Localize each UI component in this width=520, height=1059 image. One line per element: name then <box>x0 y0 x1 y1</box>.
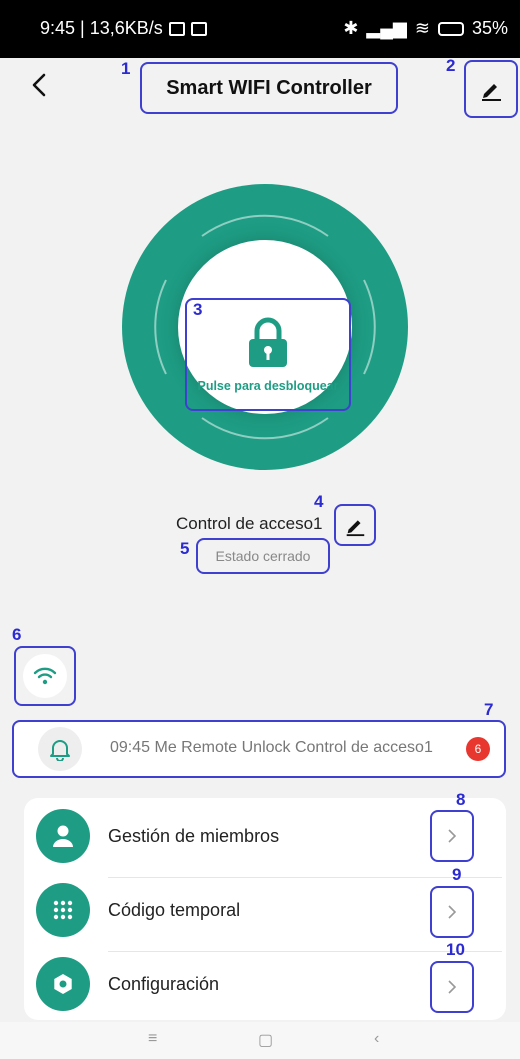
nfc-icon <box>168 21 185 36</box>
wifi-button[interactable] <box>14 646 76 706</box>
edit-name-button[interactable] <box>334 504 376 546</box>
annotation-number: 7 <box>484 700 494 719</box>
keypad-icon <box>36 883 90 937</box>
annotation-number: 6 <box>12 625 22 644</box>
edit-device-button[interactable] <box>464 60 518 118</box>
wifi-icon <box>33 667 57 685</box>
status-time: 9:45 | 13,6KB/s <box>40 18 163 38</box>
wifi-circle <box>23 654 67 698</box>
unlock-label: Pulse para desbloquear <box>197 378 339 393</box>
lock-icon <box>249 317 287 367</box>
pencil-icon <box>346 520 365 537</box>
annotation-number: 4 <box>314 492 324 511</box>
back-button[interactable] <box>26 70 54 100</box>
menu-label: Configuración <box>108 974 220 994</box>
annotation-number: 8 <box>456 790 466 809</box>
bell-circle <box>38 727 82 771</box>
menu-nav-icon[interactable]: ≡ <box>148 1030 157 1048</box>
signal-icon: ▂▄▆ <box>366 18 407 38</box>
chevron-button-members[interactable] <box>430 810 474 862</box>
status-bar: 9:45 | 13,6KB/s ✱ ▂▄▆ ≋ 35% <box>0 0 520 58</box>
annotation-number: 1 <box>121 59 131 78</box>
bell-icon <box>50 740 70 761</box>
chevron-button-settings[interactable] <box>430 961 474 1013</box>
chevron-right-icon <box>448 905 457 919</box>
battery-icon <box>437 21 464 36</box>
annotation-number: 9 <box>452 865 462 884</box>
video-icon <box>190 21 207 36</box>
home-nav-icon[interactable]: ▢ <box>258 1030 273 1050</box>
annotation-number: 2 <box>446 56 456 75</box>
member-icon <box>36 809 90 863</box>
back-nav-icon[interactable]: ‹ <box>374 1030 379 1048</box>
annotation-number: 5 <box>180 539 190 558</box>
unlock-button[interactable]: Pulse para desbloquear <box>185 298 351 411</box>
menu-label: Gestión de miembros <box>108 826 280 846</box>
system-nav-bar: ≡ ▢ ‹ <box>0 1022 520 1059</box>
lock-state: Estado cerrado <box>196 538 330 574</box>
menu-label: Código temporal <box>108 900 241 920</box>
chevron-button-temp-code[interactable] <box>430 886 474 938</box>
notification-bar[interactable]: 09:45 Me Remote Unlock Control de acceso… <box>12 720 506 778</box>
bluetooth-icon: ✱ <box>343 18 359 38</box>
notification-badge: 6 <box>466 737 490 761</box>
chevron-right-icon <box>448 980 457 994</box>
pencil-icon <box>482 84 501 101</box>
page-title: Smart WIFI Controller <box>140 62 398 114</box>
chevron-right-icon <box>448 829 457 843</box>
battery-level: 35% <box>471 18 508 38</box>
chevron-left-icon <box>32 73 46 97</box>
settings-icon <box>36 957 90 1011</box>
annotation-number: 10 <box>446 940 465 959</box>
device-name: Control de acceso1 <box>176 514 323 533</box>
notification-text: 09:45 Me Remote Unlock Control de acceso… <box>110 739 433 756</box>
wifi-status-icon: ≋ <box>414 18 430 38</box>
